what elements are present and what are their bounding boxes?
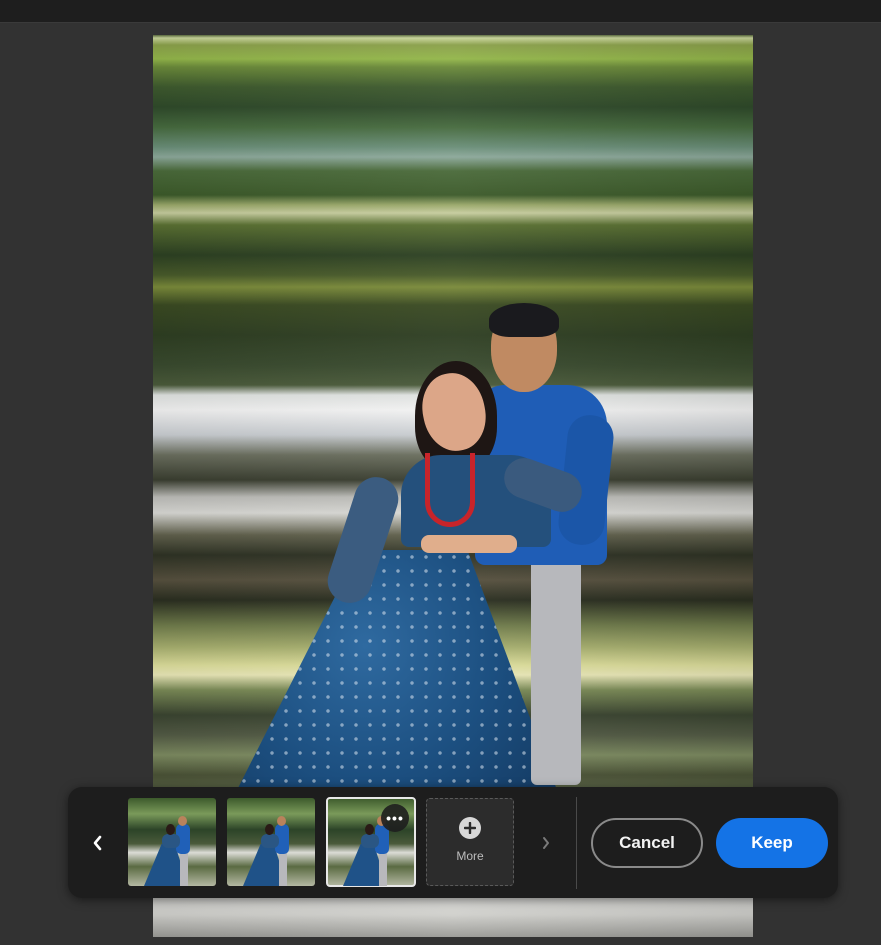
photo-subject-embroidery: [237, 550, 557, 790]
more-options-icon[interactable]: •••: [381, 804, 409, 832]
variations-panel: ••• More Cancel Keep: [68, 787, 838, 898]
thumbnail-image-detail: [162, 834, 180, 848]
thumbnail-image-detail: [279, 852, 287, 886]
next-button[interactable]: [536, 827, 556, 859]
previous-button[interactable]: [86, 827, 110, 859]
cancel-button[interactable]: Cancel: [591, 818, 703, 868]
thumbnail-image-detail: [261, 834, 279, 848]
variation-thumbnail-1[interactable]: [128, 798, 216, 886]
more-variations-button[interactable]: More: [426, 798, 514, 886]
thumbnail-image-detail: [178, 816, 187, 826]
thumbnail-image-detail: [265, 824, 274, 835]
thumbnail-image-detail: [365, 824, 374, 835]
variation-thumbnail-3-selected[interactable]: •••: [326, 797, 416, 887]
photo-subject-necklace: [425, 453, 475, 527]
thumbnail-image-detail: [166, 824, 175, 835]
more-label: More: [456, 849, 484, 863]
variation-thumbnail-2[interactable]: [227, 798, 315, 886]
panel-divider: [576, 797, 577, 889]
chevron-right-icon: [543, 837, 549, 849]
photo-subject-man-hair: [489, 303, 559, 337]
thumbnail-image-detail: [361, 834, 379, 848]
thumbnail-image-detail: [180, 852, 188, 886]
photo-subject-man-pants: [531, 555, 581, 785]
plus-circle-icon: [459, 817, 481, 839]
photo-subject-waist: [421, 535, 517, 553]
chevron-left-icon: [93, 835, 102, 851]
plus-icon: [464, 822, 476, 834]
top-bar: [0, 0, 881, 23]
thumbnail-image-detail: [379, 852, 387, 886]
thumbnail-image-detail: [277, 816, 286, 826]
keep-button[interactable]: Keep: [716, 818, 828, 868]
